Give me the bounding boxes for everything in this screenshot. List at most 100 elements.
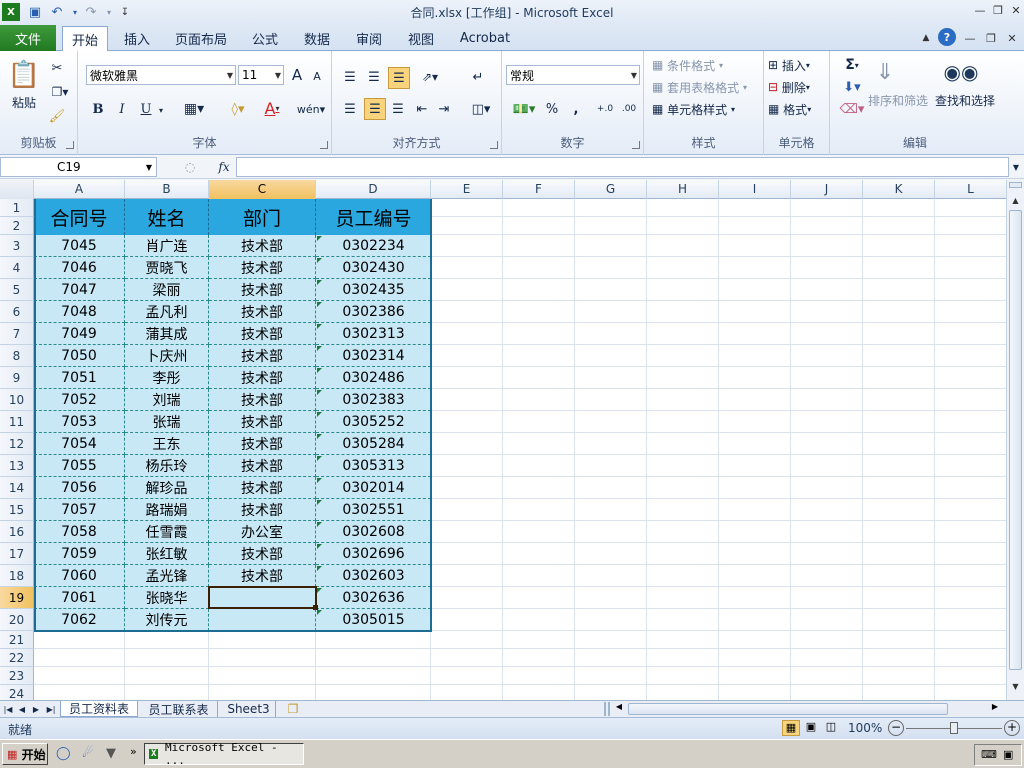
phonetic-guide-icon[interactable]: wén▾ <box>294 99 328 119</box>
scroll-right-icon[interactable]: ▶ <box>988 702 1002 716</box>
cell-department[interactable]: 技术部 <box>209 411 316 433</box>
tab-home[interactable]: 开始 <box>62 26 108 52</box>
column-header-d[interactable]: D <box>316 180 431 199</box>
number-as-text-indicator-icon[interactable] <box>317 566 322 571</box>
cell-name[interactable]: 刘传元 <box>125 609 209 631</box>
row-header-15[interactable]: 15 <box>0 499 34 521</box>
minimize-icon[interactable]: — <box>972 2 988 18</box>
row-header-16[interactable]: 16 <box>0 521 34 543</box>
cell-department[interactable]: 技术部 <box>209 543 316 565</box>
tab-insert[interactable]: 插入 <box>114 26 160 50</box>
column-header-i[interactable]: I <box>719 180 791 199</box>
conditional-format-button[interactable]: ▦ 条件格式 ▾ <box>652 55 762 75</box>
media-shortcut-icon[interactable]: ▼ <box>106 746 124 764</box>
cell-contract-no[interactable]: 7051 <box>34 367 125 389</box>
merge-center-icon[interactable]: ◫▾ <box>466 99 496 119</box>
cell-department[interactable]: 技术部 <box>209 389 316 411</box>
row-header-5[interactable]: 5 <box>0 279 34 301</box>
underline-button[interactable]: U <box>136 99 156 119</box>
scroll-left-icon[interactable]: ◀ <box>612 702 626 716</box>
header-cell-employee-id[interactable]: 员工编号 <box>316 199 431 235</box>
column-header-k[interactable]: K <box>863 180 935 199</box>
cell-contract-no[interactable]: 7062 <box>34 609 125 631</box>
formula-input[interactable] <box>236 157 1009 177</box>
cell-contract-no[interactable]: 7061 <box>34 587 125 609</box>
row-header-7[interactable]: 7 <box>0 323 34 345</box>
more-quicklaunch-icon[interactable]: » <box>130 745 140 763</box>
number-as-text-indicator-icon[interactable] <box>317 258 322 263</box>
number-as-text-indicator-icon[interactable] <box>317 500 322 505</box>
number-as-text-indicator-icon[interactable] <box>317 456 322 461</box>
cell-contract-no[interactable]: 7048 <box>34 301 125 323</box>
cell-name[interactable]: 孟凡利 <box>125 301 209 323</box>
tab-formulas[interactable]: 公式 <box>242 26 288 50</box>
sort-filter-button[interactable]: 排序和筛选 <box>866 91 930 109</box>
align-bottom-icon[interactable]: ☰ <box>388 67 410 89</box>
tab-acrobat[interactable]: Acrobat <box>452 26 518 50</box>
cell-contract-no[interactable]: 7047 <box>34 279 125 301</box>
cell-name[interactable]: 王东 <box>125 433 209 455</box>
sheet-tab-staff-contact[interactable]: 员工联系表 <box>140 701 218 717</box>
cell-department[interactable]: 技术部 <box>209 257 316 279</box>
cell-name[interactable]: 刘瑞 <box>125 389 209 411</box>
cell-department[interactable]: 技术部 <box>209 499 316 521</box>
row-header-11[interactable]: 11 <box>0 411 34 433</box>
cell-employee-id[interactable]: 0302314 <box>316 345 431 367</box>
insert-function-button[interactable]: fx <box>214 158 234 176</box>
excel-task-button[interactable]: X Microsoft Excel - ... <box>144 741 304 767</box>
start-button[interactable]: ▦ 开始 <box>2 743 48 765</box>
copy-icon[interactable]: ❐▾ <box>48 83 72 101</box>
cell-name[interactable]: 李彤 <box>125 367 209 389</box>
workbook-minimize-icon[interactable]: — <box>962 30 978 46</box>
format-painter-icon[interactable]: 🖌 <box>48 107 66 125</box>
cell-department[interactable]: 技术部 <box>209 235 316 257</box>
cell-employee-id[interactable]: 0305015 <box>316 609 431 631</box>
cell-name[interactable]: 肖广连 <box>125 235 209 257</box>
tab-page-layout[interactable]: 页面布局 <box>168 26 234 50</box>
help-icon[interactable]: ? <box>938 28 956 46</box>
cell-department[interactable] <box>209 609 316 631</box>
keyboard-tray-icon[interactable]: ⌨ <box>981 748 997 761</box>
cell-contract-no[interactable]: 7045 <box>34 235 125 257</box>
cell-name[interactable]: 张瑞 <box>125 411 209 433</box>
cell-name[interactable]: 梁丽 <box>125 279 209 301</box>
insert-sheet-icon[interactable]: ❐ <box>280 701 306 717</box>
font-size-combo[interactable]: 11 ▼ <box>238 65 284 85</box>
cell-employee-id[interactable]: 0302014 <box>316 477 431 499</box>
column-header-f[interactable]: F <box>503 180 575 199</box>
align-top-icon[interactable]: ☰ <box>340 67 360 87</box>
cell-styles-button[interactable]: ▦ 单元格样式 ▾ <box>652 99 762 119</box>
percent-button[interactable]: % <box>542 99 562 119</box>
format-as-table-button[interactable]: ▦ 套用表格格式 ▾ <box>652 77 764 97</box>
row-header-14[interactable]: 14 <box>0 477 34 499</box>
first-sheet-icon[interactable]: |◀ <box>2 701 14 717</box>
split-box[interactable] <box>1009 182 1022 188</box>
number-as-text-indicator-icon[interactable] <box>317 302 322 307</box>
row-header-17[interactable]: 17 <box>0 543 34 565</box>
last-sheet-icon[interactable]: ▶| <box>44 701 58 717</box>
row-header-6[interactable]: 6 <box>0 301 34 323</box>
font-color-icon[interactable]: A ▾ <box>256 97 288 119</box>
row-header-21[interactable]: 21 <box>0 631 34 649</box>
header-cell-contract-no[interactable]: 合同号 <box>34 199 125 235</box>
number-as-text-indicator-icon[interactable] <box>317 522 322 527</box>
tab-review[interactable]: 审阅 <box>346 26 392 50</box>
increase-decimal-icon[interactable]: +.0 <box>594 99 616 119</box>
bold-button[interactable]: B <box>88 99 108 119</box>
cell-name[interactable]: 孟光锋 <box>125 565 209 587</box>
paste-button[interactable]: 粘贴 <box>4 93 44 111</box>
column-header-h[interactable]: H <box>647 180 719 199</box>
column-header-l[interactable]: L <box>935 180 1006 199</box>
cell-employee-id[interactable]: 0302636 <box>316 587 431 609</box>
fill-icon[interactable]: ⬇▾ <box>838 77 866 97</box>
row-header-1[interactable]: 1 <box>0 199 34 217</box>
ie-shortcut-icon[interactable]: ◯ <box>56 746 74 764</box>
decrease-decimal-icon[interactable]: .00 <box>618 99 640 119</box>
vertical-scrollbar[interactable]: ▲ ▼ <box>1006 180 1024 700</box>
row-header-18[interactable]: 18 <box>0 565 34 587</box>
cell-name[interactable]: 任雪霞 <box>125 521 209 543</box>
comma-button[interactable]: , <box>566 99 586 119</box>
cut-icon[interactable]: ✂ <box>48 59 66 77</box>
row-header-2[interactable]: 2 <box>0 217 34 235</box>
row-header-4[interactable]: 4 <box>0 257 34 279</box>
